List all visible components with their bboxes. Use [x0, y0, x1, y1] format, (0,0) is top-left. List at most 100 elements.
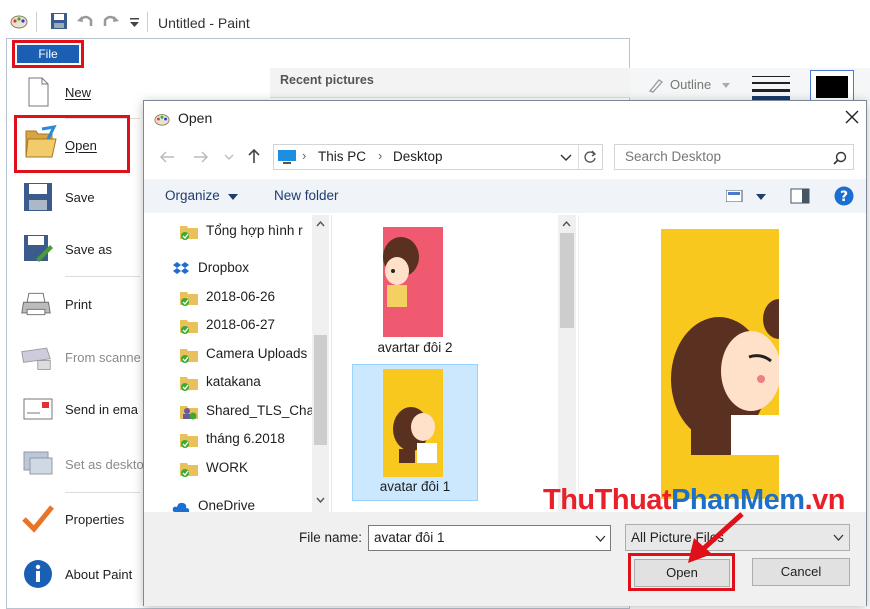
- nav-item-tong-hop[interactable]: Tổng hợp hình r: [180, 221, 312, 243]
- annotation-arrow: [688, 512, 744, 563]
- menu-item-print[interactable]: Print: [8, 280, 142, 330]
- save-icon: [24, 183, 52, 211]
- desktop-background-icon: [23, 451, 53, 475]
- nav-item-label: OneDrive: [198, 498, 256, 513]
- up-arrow-icon[interactable]: [245, 147, 263, 165]
- chevron-down-icon[interactable]: [595, 535, 606, 543]
- open-highlight-box: [14, 115, 130, 173]
- scroll-thumb[interactable]: [314, 335, 327, 445]
- back-arrow-icon[interactable]: [158, 149, 176, 165]
- file-item-avatar-1[interactable]: avatar đôi 1: [352, 364, 478, 501]
- refresh-icon[interactable]: [583, 150, 597, 164]
- outline-label[interactable]: Outline: [670, 77, 711, 92]
- nav-item-katakana[interactable]: katakana: [180, 372, 312, 394]
- checkmark-icon: [22, 505, 54, 533]
- folder-synced-icon: [180, 292, 198, 306]
- nav-item-thang-6[interactable]: tháng 6.2018: [180, 429, 312, 451]
- menu-item-label: Properties: [65, 512, 125, 527]
- preview-pane-icon[interactable]: [790, 188, 810, 204]
- chevron-down-icon[interactable]: [756, 194, 766, 200]
- file-name-label: avartar đôi 2: [377, 340, 453, 355]
- nav-item-2018-06-26[interactable]: 2018-06-26: [180, 287, 312, 309]
- size-button[interactable]: [752, 74, 792, 100]
- scroll-thumb[interactable]: [560, 233, 574, 328]
- menu-item-label: Set as deskto: [65, 457, 144, 472]
- recent-pictures-header: Recent pictures: [270, 68, 630, 98]
- nav-item-2018-06-27[interactable]: 2018-06-27: [180, 315, 312, 337]
- cancel-button-label: Cancel: [780, 564, 822, 579]
- file-list: avartar đôi 2 avatar đôi 1: [332, 215, 578, 512]
- menu-item-set-desktop[interactable]: Set as deskto: [8, 440, 144, 490]
- navigation-pane: Tổng hợp hình r Dropbox 2018-06-26 2018-…: [146, 215, 332, 513]
- nav-item-label: WORK: [206, 460, 248, 475]
- organize-button[interactable]: Organize: [165, 188, 220, 203]
- file-name-input[interactable]: avatar đôi 1: [368, 525, 611, 551]
- forward-arrow-icon[interactable]: [192, 149, 210, 165]
- close-icon[interactable]: [845, 110, 859, 124]
- file-tab[interactable]: File: [12, 40, 84, 68]
- file-tab-label: File: [17, 45, 79, 63]
- cancel-button[interactable]: Cancel: [752, 558, 850, 586]
- open-dialog: Open › This PC › Desktop Search Desktop …: [143, 100, 867, 606]
- nav-item-dropbox[interactable]: Dropbox: [172, 258, 312, 280]
- chevron-down-icon: [228, 194, 238, 200]
- chevron-down-icon[interactable]: [560, 153, 572, 163]
- redo-icon[interactable]: [102, 12, 120, 30]
- dialog-title: Open: [178, 110, 213, 126]
- menu-item-label: Print: [65, 297, 92, 312]
- preview-pane: [578, 215, 866, 512]
- nav-item-label: 2018-06-27: [206, 317, 276, 332]
- help-icon[interactable]: ?: [834, 186, 854, 206]
- email-icon: [23, 398, 53, 420]
- menu-item-send-email[interactable]: Send in ema: [8, 385, 142, 435]
- undo-icon[interactable]: [76, 12, 94, 30]
- save-icon[interactable]: [50, 12, 68, 30]
- menu-item-label: New: [65, 85, 92, 100]
- nav-scrollbar[interactable]: [312, 215, 329, 512]
- chevron-right-icon: ›: [378, 148, 383, 163]
- menu-item-save[interactable]: Save: [8, 173, 142, 223]
- dialog-footer: File name: avatar đôi 1 All Picture File…: [144, 512, 866, 606]
- nav-item-shared-tls[interactable]: Shared_TLS_Cha: [180, 401, 312, 423]
- menu-item-from-scanner[interactable]: From scanne: [8, 333, 142, 383]
- svg-text:?: ?: [840, 189, 848, 205]
- dropbox-icon: [173, 262, 189, 274]
- search-box[interactable]: Search Desktop: [614, 144, 854, 170]
- watermark-part1: ThuThuat: [543, 484, 672, 516]
- nav-item-label: 2018-06-26: [206, 289, 276, 304]
- new-folder-button[interactable]: New folder: [274, 188, 339, 203]
- file-scrollbar[interactable]: [558, 215, 576, 512]
- chevron-down-icon[interactable]: [224, 152, 234, 162]
- chevron-down-icon: [833, 534, 844, 541]
- breadcrumb-this-pc[interactable]: This PC: [318, 149, 366, 164]
- watermark-part3: .vn: [804, 484, 846, 516]
- nav-item-label: Tổng hợp hình r: [206, 223, 303, 238]
- paint-app-icon: [154, 114, 170, 126]
- color1-button[interactable]: [810, 70, 854, 104]
- nav-item-camera-uploads[interactable]: Camera Uploads: [180, 344, 312, 366]
- menu-item-new[interactable]: New: [8, 68, 142, 118]
- file-name-label: avatar đôi 1: [379, 479, 451, 494]
- scroll-up-icon[interactable]: [562, 221, 571, 227]
- nav-item-work[interactable]: WORK: [180, 458, 312, 480]
- window-title: Untitled - Paint: [158, 15, 250, 31]
- printer-icon: [21, 292, 51, 316]
- file-item-avartar-2[interactable]: avartar đôi 2: [353, 215, 477, 355]
- breadcrumb-desktop[interactable]: Desktop: [393, 149, 443, 164]
- menu-item-label: Save as: [65, 242, 112, 257]
- view-mode-icon[interactable]: [726, 190, 744, 202]
- menu-item-save-as[interactable]: Save as: [8, 225, 142, 275]
- folder-synced-icon: [180, 226, 198, 240]
- preview-image: [661, 229, 779, 499]
- nav-item-label: tháng 6.2018: [206, 431, 285, 446]
- menu-item-about-paint[interactable]: About Paint: [8, 550, 142, 600]
- menu-item-properties[interactable]: Properties: [8, 495, 142, 545]
- address-bar[interactable]: › This PC › Desktop: [273, 144, 603, 170]
- scroll-down-icon[interactable]: [316, 497, 325, 503]
- scroll-up-icon[interactable]: [316, 221, 325, 227]
- divider: [65, 492, 140, 493]
- customize-qat-icon[interactable]: [126, 12, 144, 30]
- file-name-label: File name:: [299, 530, 363, 545]
- menu-item-label: Send in ema: [65, 402, 138, 417]
- nav-item-label: Camera Uploads: [206, 346, 308, 361]
